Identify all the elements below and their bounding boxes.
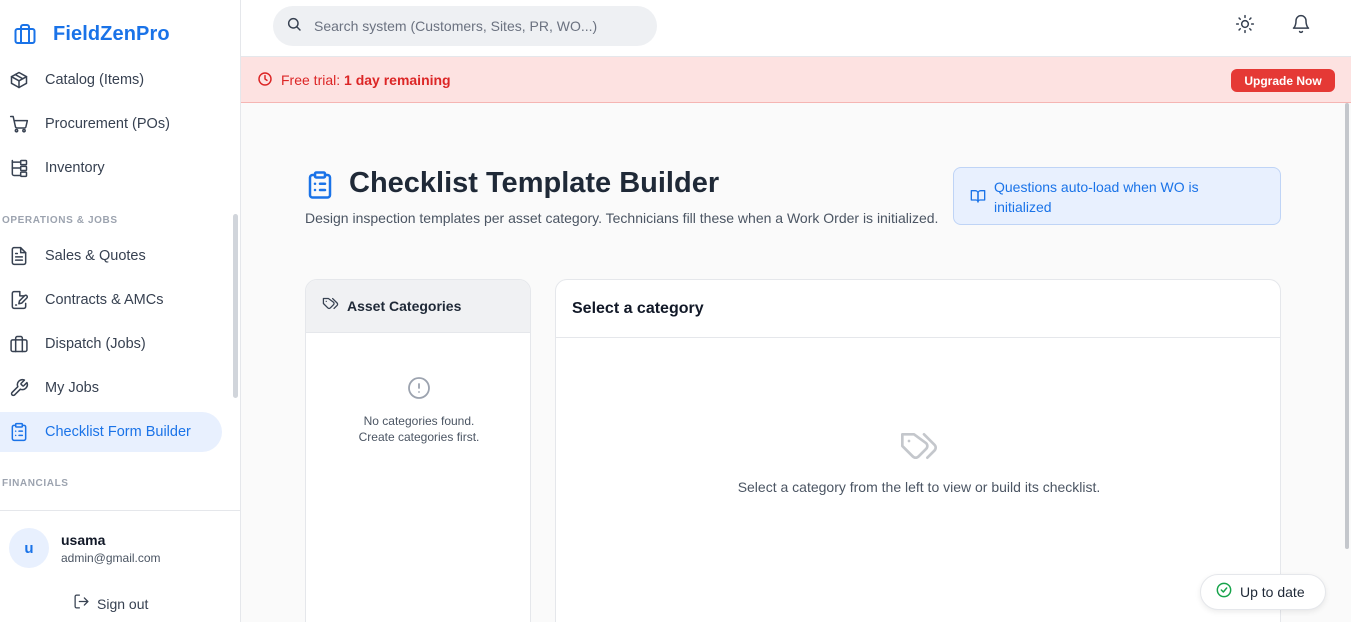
clipboard-icon bbox=[8, 421, 30, 443]
search-icon bbox=[286, 16, 302, 37]
sidebar-item-label: Checklist Form Builder bbox=[45, 424, 191, 440]
brand-name: FieldZenPro bbox=[53, 22, 170, 45]
tag-icon bbox=[322, 295, 339, 317]
categories-empty-message: No categories found. Create categories f… bbox=[306, 413, 530, 445]
sidebar-item-label: Contracts & AMCs bbox=[45, 292, 164, 308]
categories-empty-line-2: Create categories first. bbox=[358, 430, 480, 444]
briefcase-icon bbox=[8, 333, 30, 355]
avatar[interactable]: u bbox=[9, 528, 49, 568]
sync-status-label: Up to date bbox=[1240, 584, 1305, 600]
info-note: Questions auto-load when WO is initializ… bbox=[953, 167, 1281, 225]
alert-circle-icon bbox=[407, 377, 431, 404]
sidebar: FieldZenPro Catalog (Items) Procurement … bbox=[0, 0, 241, 622]
info-text: Questions auto-load when WO is initializ… bbox=[994, 179, 1199, 215]
trial-remaining: 1 day remaining bbox=[344, 72, 451, 88]
sidebar-item-inventory[interactable]: Inventory bbox=[0, 148, 222, 188]
app-root: FieldZenPro Catalog (Items) Procurement … bbox=[0, 0, 1351, 622]
tags-icon bbox=[899, 433, 939, 470]
user-name: usama bbox=[61, 532, 106, 548]
trial-banner: Free trial: 1 day remaining Upgrade Now bbox=[241, 57, 1351, 103]
wrench-icon bbox=[8, 377, 30, 399]
detail-title: Select a category bbox=[572, 299, 704, 317]
sidebar-item-label: Procurement (POs) bbox=[45, 116, 170, 132]
bell-icon bbox=[1291, 14, 1311, 39]
categories-empty-state: No categories found. Create categories f… bbox=[306, 376, 530, 445]
sidebar-item-catalog[interactable]: Catalog (Items) bbox=[0, 60, 222, 100]
search-bar[interactable] bbox=[273, 6, 657, 46]
search-input[interactable] bbox=[314, 18, 634, 34]
sidebar-item-label: Dispatch (Jobs) bbox=[45, 336, 146, 352]
cart-icon bbox=[8, 113, 30, 135]
user-profile: u usama admin@gmail.com Sign out bbox=[0, 510, 240, 622]
detail-header: Select a category bbox=[556, 280, 1280, 338]
categories-empty-line-1: No categories found. bbox=[363, 414, 475, 428]
checklist-detail-panel: Select a category Select a category from… bbox=[555, 279, 1281, 622]
asset-categories-header: Asset Categories bbox=[306, 280, 530, 333]
sidebar-item-dispatch[interactable]: Dispatch (Jobs) bbox=[0, 324, 222, 364]
sidebar-item-label: Catalog (Items) bbox=[45, 72, 145, 88]
trial-text: Free trial: 1 day remaining bbox=[281, 72, 451, 88]
section-label-financials: FINANCIALS bbox=[2, 478, 69, 489]
notifications-button[interactable] bbox=[1288, 13, 1314, 39]
logout-icon bbox=[73, 593, 90, 615]
sidebar-item-my-jobs[interactable]: My Jobs bbox=[0, 368, 222, 408]
clipboard-icon bbox=[305, 169, 335, 206]
sidebar-item-sales[interactable]: Sales & Quotes bbox=[0, 236, 222, 276]
page-subtitle: Design inspection templates per asset ca… bbox=[305, 210, 939, 226]
book-icon bbox=[970, 188, 986, 209]
top-bar bbox=[241, 0, 1351, 57]
upgrade-now-button[interactable]: Upgrade Now bbox=[1231, 69, 1335, 92]
hierarchy-icon bbox=[8, 157, 30, 179]
sign-out-button[interactable]: Sign out bbox=[73, 593, 148, 615]
sidebar-item-label: Sales & Quotes bbox=[45, 248, 146, 264]
document-icon bbox=[8, 245, 30, 267]
sidebar-item-checklist-builder[interactable]: Checklist Form Builder bbox=[0, 412, 222, 452]
sidebar-item-label: Inventory bbox=[45, 160, 105, 176]
section-label-operations: OPERATIONS & JOBS bbox=[2, 215, 118, 226]
brand[interactable]: FieldZenPro bbox=[12, 20, 170, 48]
detail-empty-state: Select a category from the left to view … bbox=[556, 426, 1280, 495]
sidebar-item-procurement[interactable]: Procurement (POs) bbox=[0, 104, 222, 144]
sun-icon bbox=[1235, 14, 1255, 39]
signed-document-icon bbox=[8, 289, 30, 311]
asset-categories-panel: Asset Categories No categories found. Cr… bbox=[305, 279, 531, 622]
box-icon bbox=[8, 69, 30, 91]
asset-categories-title: Asset Categories bbox=[347, 298, 462, 314]
sync-status-badge[interactable]: Up to date bbox=[1200, 574, 1326, 610]
sidebar-item-label: My Jobs bbox=[45, 380, 99, 396]
sign-out-label: Sign out bbox=[97, 596, 149, 612]
theme-toggle-button[interactable] bbox=[1232, 13, 1258, 39]
clock-icon bbox=[257, 71, 273, 92]
briefcase-icon bbox=[12, 21, 38, 47]
page-title: Checklist Template Builder bbox=[349, 167, 720, 199]
sidebar-scrollbar[interactable] bbox=[233, 214, 238, 398]
main-scrollbar[interactable] bbox=[1345, 103, 1349, 549]
check-circle-icon bbox=[1216, 582, 1232, 603]
sidebar-item-contracts[interactable]: Contracts & AMCs bbox=[0, 280, 222, 320]
user-email: admin@gmail.com bbox=[61, 551, 161, 565]
detail-empty-message: Select a category from the left to view … bbox=[737, 479, 1101, 495]
trial-prefix: Free trial: bbox=[281, 72, 345, 88]
